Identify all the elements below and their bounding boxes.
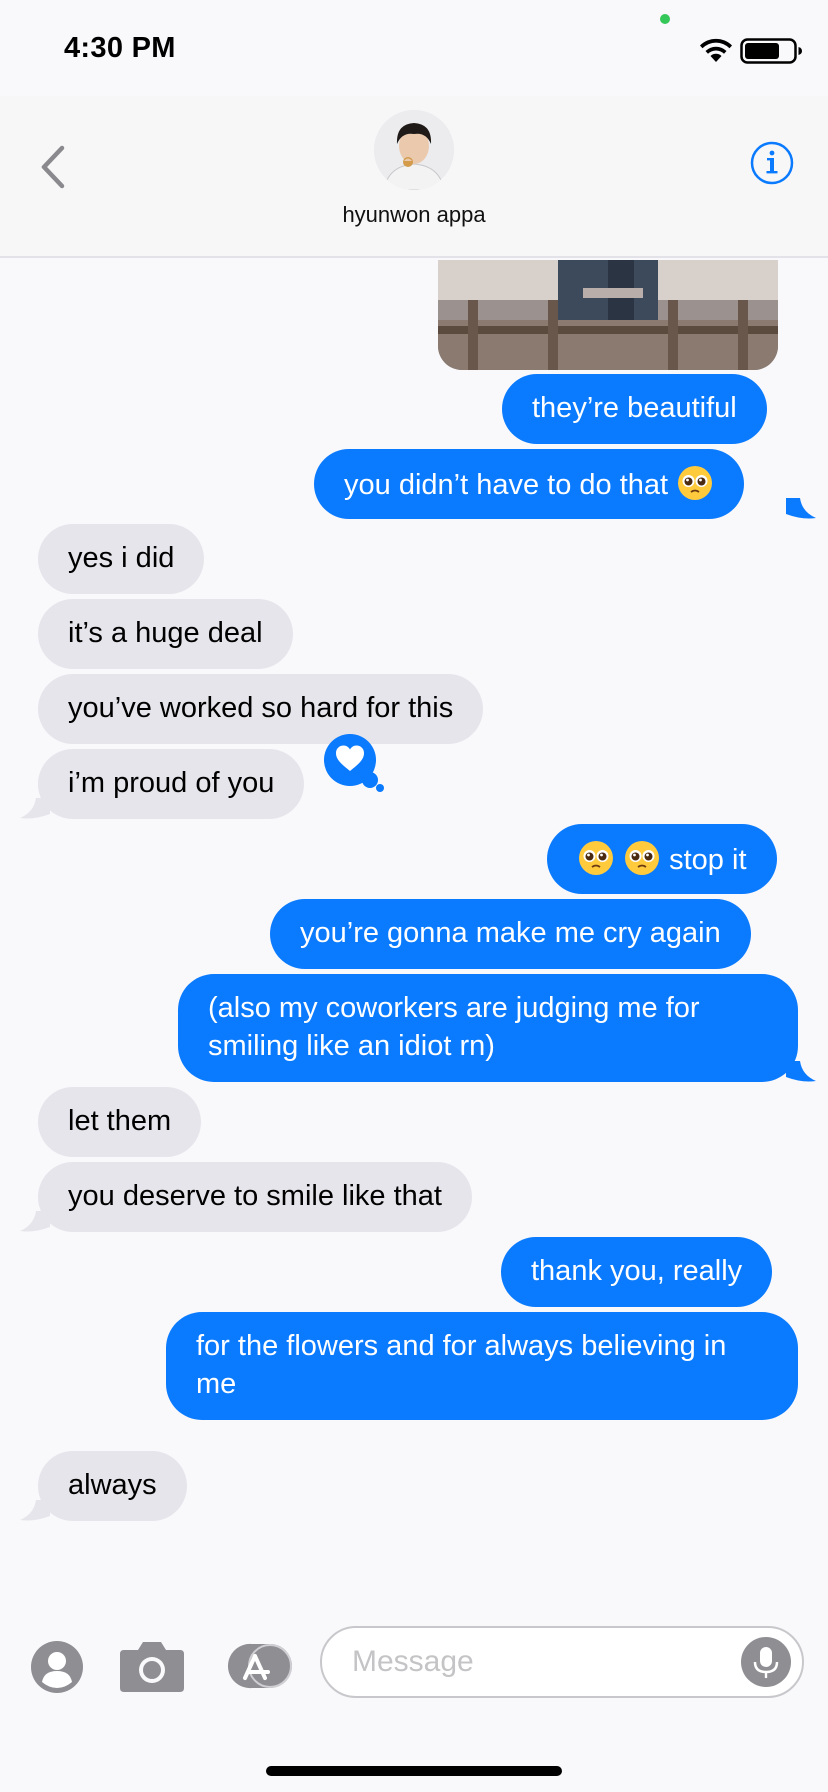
message-bubble-received[interactable]: you’ve worked so hard for this: [38, 674, 484, 744]
message-bubble-sent[interactable]: they’re beautiful: [502, 374, 767, 444]
bubble-tail: [20, 1500, 50, 1521]
conversation-header: hyunwon appa: [0, 96, 828, 258]
message-bubble-sent[interactable]: thank you, really: [501, 1237, 773, 1307]
message-bubble-received[interactable]: i’m proud of you: [38, 749, 305, 819]
message-bubble-sent[interactable]: stop it: [547, 824, 777, 894]
message-text: stop it: [669, 844, 747, 876]
chevron-left-icon[interactable]: [34, 142, 74, 192]
message-text: you’re gonna make me cry again: [300, 917, 721, 949]
home-indicator: [266, 1766, 562, 1776]
message-bubble-received[interactable]: let them: [38, 1087, 202, 1157]
message-bubble-received[interactable]: it’s a huge deal: [38, 599, 293, 669]
message-text: you deserve to smile like that: [68, 1180, 442, 1212]
memoji-icon[interactable]: [30, 1640, 84, 1694]
message-text: it’s a huge deal: [68, 617, 263, 649]
bubble-tail: [786, 1061, 816, 1082]
message-input[interactable]: Message: [320, 1626, 804, 1698]
camera-in-use-indicator: [660, 14, 670, 24]
contact-name[interactable]: hyunwon appa: [0, 202, 828, 228]
message-text: you’ve worked so hard for this: [68, 692, 454, 724]
message-text: thank you, really: [531, 1255, 743, 1287]
message-text: they’re beautiful: [532, 392, 737, 424]
bubble-tail: [20, 1211, 50, 1232]
pleading-face-emoji: [678, 466, 713, 500]
bubble-tail: [20, 798, 50, 819]
message-text: i’m proud of you: [68, 767, 275, 799]
message-bubble-received[interactable]: you deserve to smile like that: [38, 1162, 472, 1232]
camera-icon[interactable]: [118, 1638, 186, 1694]
message-placeholder: Message: [352, 1645, 474, 1678]
heart-icon[interactable]: [322, 732, 388, 792]
pleading-face-emoji: [579, 841, 613, 875]
bubble-tail: [786, 498, 816, 519]
message-bubble-sent[interactable]: for the flowers and for always believing…: [166, 1312, 798, 1420]
status-bar: 4:30 PM: [0, 0, 828, 96]
message-text: you didn’t have to do that: [344, 469, 669, 501]
message-text: yes i did: [68, 542, 175, 574]
message-text: always: [68, 1469, 157, 1501]
flowers-photo: [438, 260, 778, 370]
composer-bar: Message: [0, 1610, 828, 1792]
pleading-face-emoji: [625, 841, 660, 875]
wifi-icon: [700, 38, 732, 62]
message-bubble-sent[interactable]: you didn’t have to do that: [314, 449, 745, 519]
message-thread[interactable]: they’re beautiful you didn’t have to do …: [0, 260, 828, 1610]
avatar[interactable]: [374, 110, 454, 190]
battery-icon: [740, 38, 802, 64]
message-text: (also my coworkers are judging me for sm…: [208, 992, 700, 1062]
message-text: let them: [68, 1105, 172, 1137]
microphone-icon[interactable]: [740, 1636, 792, 1688]
status-time: 4:30 PM: [64, 32, 176, 64]
message-bubble-received[interactable]: always: [38, 1451, 187, 1521]
app-store-icon[interactable]: [222, 1638, 292, 1694]
message-text: for the flowers and for always believing…: [196, 1330, 727, 1400]
message-bubble-received[interactable]: yes i did: [38, 524, 205, 594]
avatar-image: [374, 110, 454, 190]
message-bubble-sent[interactable]: you’re gonna make me cry again: [270, 899, 751, 969]
photo-attachment[interactable]: [438, 260, 778, 370]
info-icon[interactable]: [749, 140, 795, 186]
message-bubble-sent[interactable]: (also my coworkers are judging me for sm…: [178, 974, 798, 1082]
